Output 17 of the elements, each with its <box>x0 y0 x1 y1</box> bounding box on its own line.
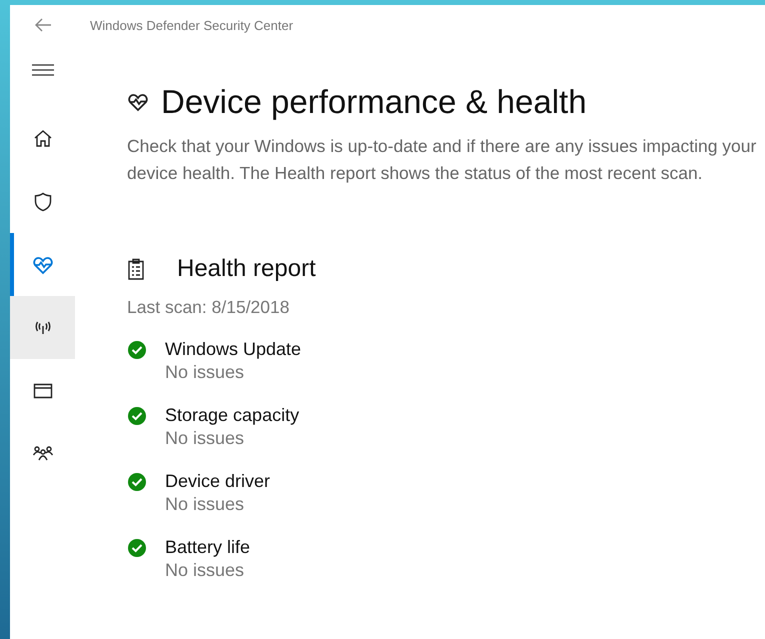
health-item-status: No issues <box>165 427 246 450</box>
health-item-name: Battery life <box>165 536 250 559</box>
health-item-status: No issues <box>165 361 246 384</box>
clipboard-icon <box>127 258 145 280</box>
health-item-status: No issues <box>165 493 246 516</box>
health-item-status: No issues <box>165 559 246 582</box>
window-title: Windows Defender Security Center <box>90 18 294 32</box>
last-scan-text: Last scan: 8/15/2018 <box>127 297 290 318</box>
page-description: Check that your Windows is up-to-date and if there are any issues impacting your device health. The Health report shows the status of the most recent scan. <box>127 135 758 185</box>
menu-icon <box>32 63 54 77</box>
heart-pulse-icon <box>127 91 149 113</box>
health-item-name: Device driver <box>165 470 270 493</box>
back-arrow-icon <box>34 18 52 32</box>
section-title: Health report <box>177 255 316 283</box>
health-item-name: Windows Update <box>165 338 302 361</box>
health-item-name: Storage capacity <box>165 404 300 427</box>
page-title: Device performance & health <box>161 83 587 121</box>
